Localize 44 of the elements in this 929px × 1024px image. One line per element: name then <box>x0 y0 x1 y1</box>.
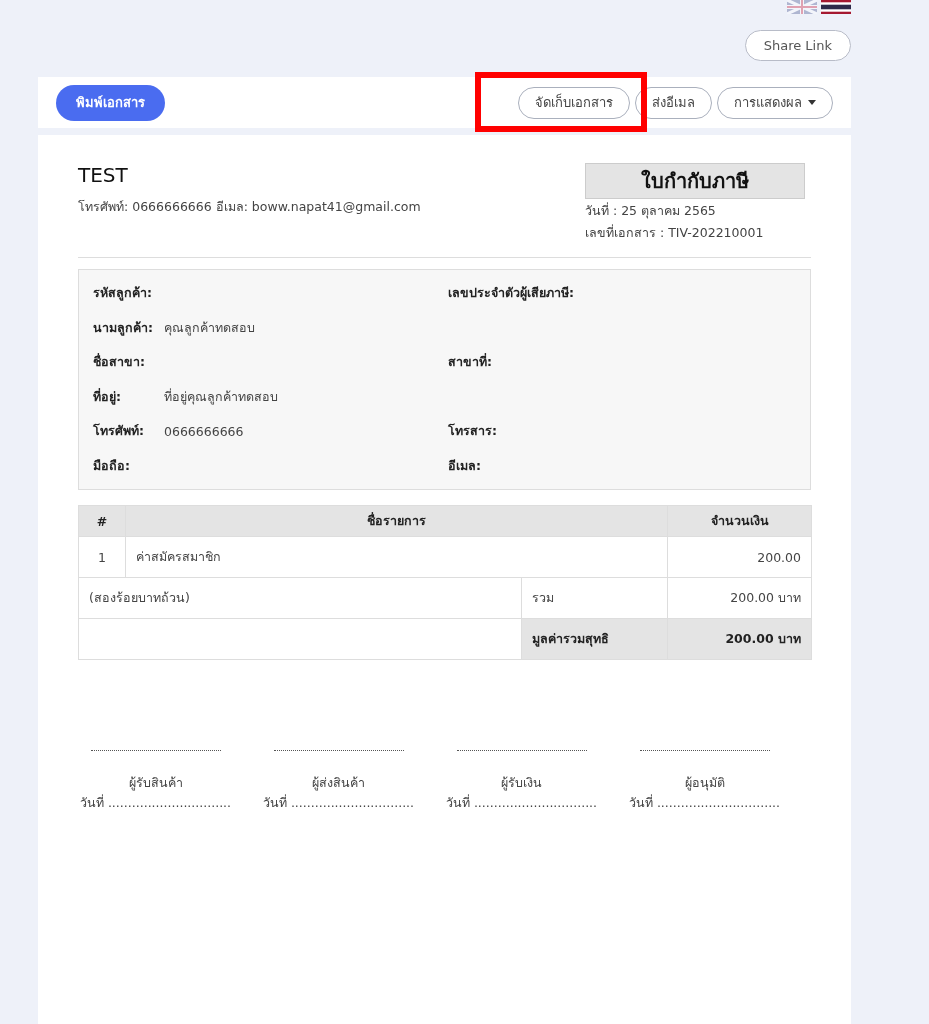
signature-date: วันที่ ............................... <box>628 793 781 812</box>
table-cell: มูลค่ารวมสุทธิ <box>521 618 668 660</box>
table-cell: ค่าสมัครสมาชิก <box>125 536 668 578</box>
field-label: อีเมล: <box>448 456 482 475</box>
signature-date: วันที่ ............................... <box>445 793 598 812</box>
field-value: ที่อยู่คุณลูกค้าทดสอบ <box>163 387 278 407</box>
signature-role: ผู้อนุมัติ <box>684 774 725 793</box>
column-header: จำนวนเงิน <box>667 505 812 537</box>
table-cell: 200.00 บาท <box>667 577 812 619</box>
field-value: 0666666666 <box>163 423 244 439</box>
signature-role: ผู้รับสินค้า <box>128 774 183 793</box>
column-header: # <box>78 505 126 537</box>
field-label: เลขประจำตัวผู้เสียภาษี: <box>448 284 574 303</box>
table-cell: 200.00 บาท <box>667 618 812 660</box>
caret-icon <box>808 100 816 105</box>
toolbar-button[interactable]: จัดเก็บเอกสาร <box>518 86 630 119</box>
table-cell: 200.00 <box>667 536 812 578</box>
toolbar-button[interactable]: ส่งอีเมล <box>635 86 712 119</box>
thai-flag-icon[interactable] <box>821 0 851 14</box>
table-cell: 1 <box>78 536 126 578</box>
field-label: ที่อยู่: <box>93 387 122 407</box>
document-title: ใบกำกับภาษี <box>585 163 805 199</box>
company-contact: โทรศัพท์: 0666666666 อีเมล: boww.napat41@gmail.com <box>78 198 421 216</box>
field-label: โทรสาร: <box>448 422 498 441</box>
field-label: สาขาที่: <box>448 352 493 372</box>
field-label: นามลูกค้า: <box>93 318 154 338</box>
column-header: ชื่อรายการ <box>125 505 668 537</box>
table-cell: (สองร้อยบาทถ้วน) <box>78 577 522 619</box>
signature-role: ผู้รับเงิน <box>501 774 542 793</box>
field-value: คุณลูกค้าทดสอบ <box>163 318 255 338</box>
print-button[interactable]: พิมพ์เอกสาร <box>56 84 165 121</box>
share-link-button[interactable]: Share Link <box>744 30 851 61</box>
field-label: โทรศัพท์: <box>93 422 145 441</box>
signature-date: วันที่ ............................... <box>262 793 415 812</box>
display-menu-button[interactable]: การแสดงผล <box>717 86 833 119</box>
field-label: ชื่อสาขา: <box>93 352 146 372</box>
field-label: มือถือ: <box>93 456 131 475</box>
field-label: รหัสลูกค้า: <box>93 284 153 303</box>
document-date: วันที่ : 25 ตุลาคม 2565 <box>585 201 717 221</box>
signature-role: ผู้ส่งสินค้า <box>312 774 365 793</box>
document-number: เลขที่เอกสาร : TIV-202210001 <box>585 223 765 242</box>
signature-date: วันที่ ............................... <box>79 793 232 812</box>
company-name: TEST <box>78 163 129 187</box>
table-cell: รวม <box>521 577 668 619</box>
